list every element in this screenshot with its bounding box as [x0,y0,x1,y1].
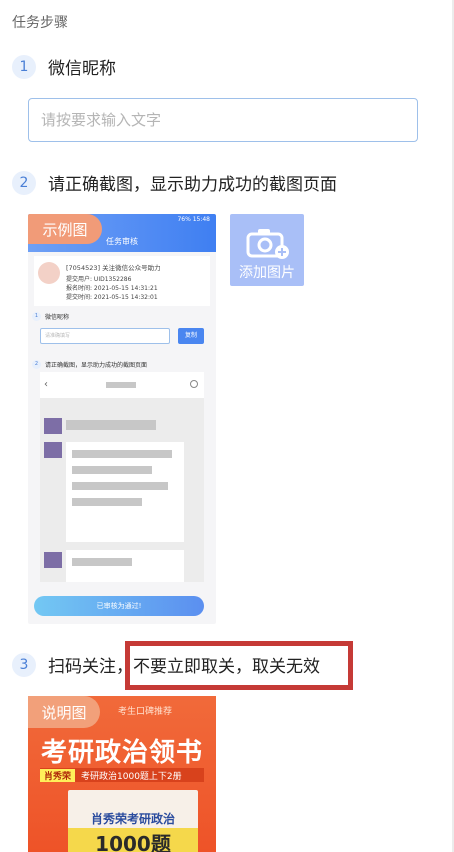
promo-tag: 考生口碑推荐 [118,707,173,717]
qr-explanation-image[interactable]: 说明图 考生口碑推荐 考研政治领书 肖秀荣 考研政治1000题上下2册 肖秀荣考… [28,696,216,852]
book-number: 1000题 [68,828,198,852]
book-cover: 肖秀荣考研政治 1000题 [68,790,198,852]
avatar [38,262,60,284]
example-screenshot[interactable]: 76% 15:48 任务审核 示例图 [7054523] 关注微信公众号助力 提… [28,214,216,624]
signup-time: 报名时间: 2021-05-15 14:31:21 [66,285,158,292]
book-title: 肖秀荣考研政治 [90,812,175,826]
step-label: 微信昵称 [48,59,116,79]
explanation-badge: 说明图 [28,696,100,728]
add-image-button[interactable]: 添加图片 [230,214,304,286]
step-number: 1 [12,54,36,79]
nickname-input[interactable] [28,98,418,142]
example-input: 请准确填写 [40,328,170,344]
status-bar: 76% 15:48 [177,216,210,223]
promo-subtitle: 考研政治1000题上下2册 [81,771,182,782]
blurred-text [72,466,152,474]
back-arrow-icon: ‹ [44,379,48,390]
promo-subline: 肖秀荣 考研政治1000题上下2册 [40,768,204,782]
blurred-text [72,498,142,506]
step-label: 微信昵称 [45,314,70,321]
blurred-chat-screenshot: ‹ [40,372,204,582]
blurred-avatar [44,442,62,458]
add-image-label: 添加图片 [239,265,295,281]
task-line: [7054523] 关注微信公众号助力 [66,264,161,272]
blurred-title [106,382,136,388]
camera-plus-icon [246,229,289,259]
example-sub-step-1: 1 微信昵称 [32,312,69,321]
blurred-text [72,450,172,458]
blurred-avatar [44,552,62,568]
promo-author: 肖秀荣 [40,768,76,782]
step-label: 请正确截图，显示助力成功的截图页面 [45,362,148,369]
step-2: 2 请正确截图，显示助力成功的截图页面 [12,170,337,195]
example-sub-step-2: 2 请正确截图，显示助力成功的截图页面 [32,360,147,369]
submit-time: 提交时间: 2021-05-15 14:32:01 [66,294,158,301]
blurred-text [72,558,132,566]
step-number: 2 [32,360,41,369]
promo-headline: 考研政治领书 [40,738,203,768]
step-number: 3 [12,652,36,677]
chat-header: ‹ [40,372,204,398]
step-number: 2 [12,170,36,195]
submitter: 提交用户: UID1352286 [66,276,132,283]
task-info-card: [7054523] 关注微信公众号助力 提交用户: UID1352286 报名时… [34,256,210,306]
step-number: 1 [32,312,41,321]
blurred-message [66,420,156,430]
blurred-text [72,482,168,490]
step-1: 1 微信昵称 [12,54,116,79]
example-badge: 示例图 [28,214,102,244]
step-label: 请正确截图，显示助力成功的截图页面 [48,175,337,195]
warning-highlight-box [125,641,353,690]
approved-button: 已审核为通过! [34,596,204,616]
blurred-message-card [66,550,184,582]
copy-button: 复制 [178,328,204,344]
blurred-avatar [44,418,62,434]
section-title: 任务步骤 [12,15,68,31]
user-icon [190,380,198,388]
task-steps-page: 任务步骤 1 微信昵称 2 请正确截图，显示助力成功的截图页面 76% 15:4… [0,0,454,852]
